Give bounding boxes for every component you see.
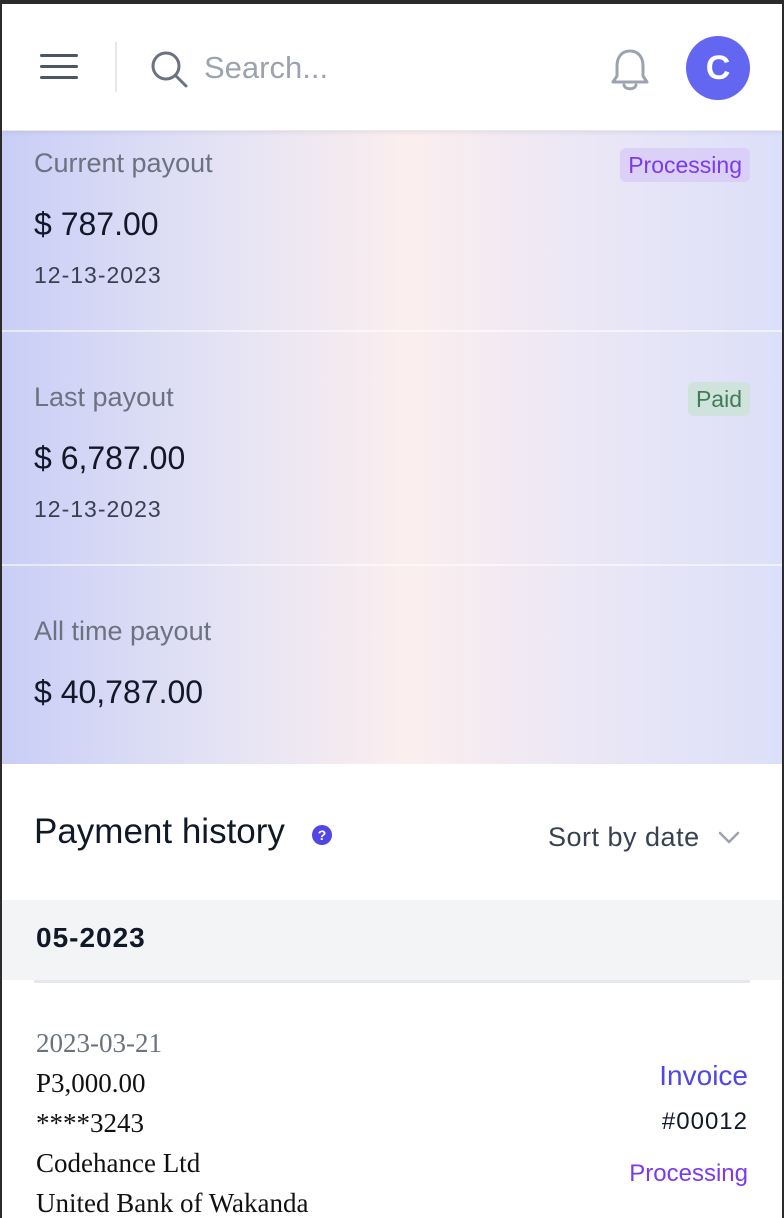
current-payout-card: Current payout Processing $ 787.00 12-13… bbox=[2, 130, 782, 330]
payment-card: ****3243 bbox=[36, 1108, 144, 1138]
payment-amount: P3,000.00 bbox=[36, 1068, 146, 1098]
bell-icon[interactable] bbox=[608, 46, 652, 94]
app-frame: C Current payout Processing $ 787.00 12-… bbox=[0, 0, 784, 1218]
chevron-down-icon bbox=[718, 831, 739, 843]
stat-label: All time payout bbox=[34, 616, 212, 646]
top-header: C bbox=[2, 4, 782, 131]
sort-label: Sort by date bbox=[548, 822, 700, 852]
last-payout-card: Last payout Paid $ 6,787.00 12-13-2023 bbox=[2, 332, 782, 564]
header-divider bbox=[115, 42, 117, 92]
help-icon[interactable]: ? bbox=[312, 825, 332, 845]
stat-label: Current payout bbox=[34, 148, 213, 178]
payment-date: 2023-03-21 bbox=[36, 1028, 162, 1058]
stat-label: Last payout bbox=[34, 382, 174, 412]
stat-value: $ 6,787.00 bbox=[34, 440, 186, 476]
avatar[interactable]: C bbox=[686, 36, 750, 100]
status-badge: Processing bbox=[620, 148, 750, 182]
search-icon bbox=[151, 51, 188, 88]
payment-company: Codehance Ltd bbox=[36, 1148, 201, 1178]
month-divider bbox=[34, 980, 750, 983]
section-title: Payment history bbox=[34, 812, 285, 851]
search-input[interactable] bbox=[202, 44, 566, 92]
invoice-link[interactable]: Invoice bbox=[659, 1060, 748, 1092]
invoice-number: #00012 bbox=[661, 1108, 748, 1135]
month-label: 05-2023 bbox=[36, 922, 146, 953]
stat-value: $ 787.00 bbox=[34, 206, 159, 242]
payment-bank: United Bank of Wakanda bbox=[36, 1188, 309, 1218]
month-group-header: 05-2023 bbox=[2, 900, 782, 980]
menu-icon[interactable] bbox=[40, 52, 78, 82]
status-badge: Paid bbox=[687, 382, 750, 416]
stat-value: $ 40,787.00 bbox=[34, 674, 204, 710]
payment-row[interactable]: 2023-03-21 P3,000.00 ****3243 Codehance … bbox=[2, 1014, 782, 1218]
stat-date: 12-13-2023 bbox=[34, 496, 162, 522]
sort-dropdown[interactable]: Sort by date bbox=[548, 822, 740, 853]
payment-status: Processing bbox=[629, 1160, 748, 1187]
stat-date: 12-13-2023 bbox=[34, 262, 162, 288]
payout-stats: Current payout Processing $ 787.00 12-13… bbox=[2, 130, 782, 764]
all-time-payout-card: All time payout $ 40,787.00 bbox=[2, 566, 782, 764]
